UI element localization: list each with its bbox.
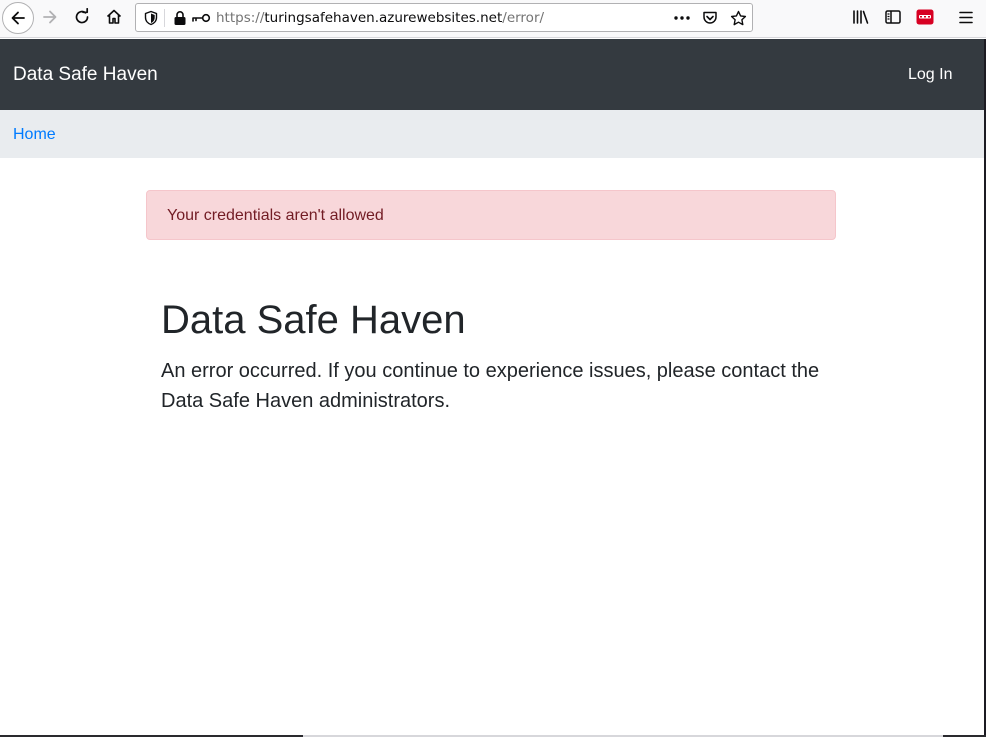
page-title: Data Safe Haven bbox=[161, 298, 466, 342]
breadcrumb: Home bbox=[0, 110, 986, 158]
forward-arrow-icon bbox=[43, 10, 57, 24]
key-icon[interactable] bbox=[190, 8, 212, 28]
site-navbar: Data Safe Haven Log In bbox=[0, 39, 986, 110]
pocket-icon[interactable] bbox=[700, 8, 720, 28]
extension-icon bbox=[916, 9, 934, 25]
forward-button[interactable] bbox=[35, 3, 65, 31]
sidebar-icon bbox=[885, 10, 901, 24]
extension-button[interactable] bbox=[910, 3, 940, 31]
url-text[interactable]: https://turingsafehaven.azurewebsites.ne… bbox=[216, 10, 544, 26]
reload-button[interactable] bbox=[67, 3, 97, 31]
home-button[interactable] bbox=[99, 3, 129, 31]
reload-icon bbox=[75, 8, 89, 24]
library-icon bbox=[853, 10, 869, 24]
home-icon bbox=[106, 9, 122, 24]
url-path: /error/ bbox=[502, 10, 545, 26]
breadcrumb-home-link[interactable]: Home bbox=[13, 126, 56, 144]
more-dots-icon[interactable] bbox=[672, 8, 692, 28]
brand-link[interactable]: Data Safe Haven bbox=[13, 65, 158, 85]
error-alert: Your credentials aren't allowed bbox=[146, 190, 836, 240]
url-host: turingsafehaven.azurewebsites.net bbox=[264, 10, 503, 26]
url-bar[interactable]: https://turingsafehaven.azurewebsites.ne… bbox=[135, 3, 753, 32]
login-link[interactable]: Log In bbox=[908, 66, 952, 84]
back-button[interactable] bbox=[2, 2, 34, 34]
url-scheme: https:// bbox=[216, 10, 265, 26]
error-description: An error occurred. If you continue to ex… bbox=[161, 360, 820, 412]
back-arrow-icon bbox=[11, 11, 25, 25]
library-button[interactable] bbox=[846, 3, 876, 31]
browser-toolbar: https://turingsafehaven.azurewebsites.ne… bbox=[0, 0, 986, 38]
sidebar-button[interactable] bbox=[878, 3, 908, 31]
menu-button[interactable] bbox=[951, 3, 981, 31]
bookmark-star-icon[interactable] bbox=[728, 8, 748, 28]
alert-message: Your credentials aren't allowed bbox=[167, 207, 384, 224]
urlbar-separator bbox=[164, 9, 165, 27]
hamburger-menu-icon bbox=[959, 11, 973, 23]
lock-icon[interactable] bbox=[170, 8, 190, 28]
shield-icon[interactable] bbox=[141, 8, 161, 28]
